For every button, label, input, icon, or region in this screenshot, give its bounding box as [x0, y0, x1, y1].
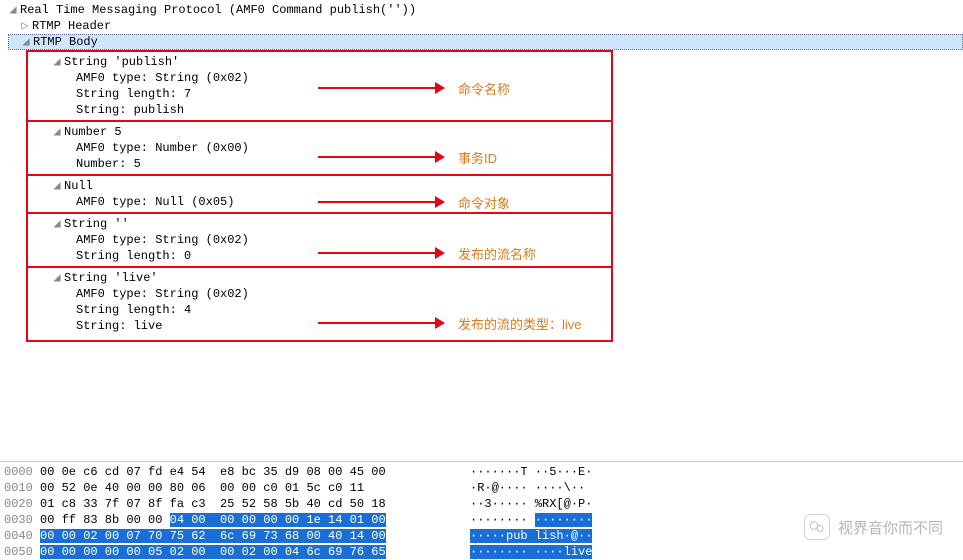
hex-offset: 0050 [0, 544, 40, 560]
tree-row[interactable]: AMF0 type: String (0x02) [28, 286, 611, 302]
tree-row[interactable]: AMF0 type: String (0x02) [28, 70, 611, 86]
toggle-closed-icon[interactable]: ▷ [20, 18, 30, 34]
packet-tree: ◢ Real Time Messaging Protocol (AMF0 Com… [0, 0, 963, 342]
hex-bytes: 00 ff 83 8b 00 00 04 00 00 00 00 00 1e 1… [40, 512, 460, 528]
group-title: String '' [64, 216, 129, 232]
rtmp-body-row[interactable]: ◢ RTMP Body [8, 34, 963, 50]
group-title: Null [64, 178, 93, 194]
rtmp-header-row[interactable]: ▷ RTMP Header [8, 18, 963, 34]
ascii-selected: ·····pub lish·@·· [470, 529, 592, 543]
hex-selected: 00 00 02 00 07 70 75 62 6c 69 73 68 00 4… [40, 529, 386, 543]
hex-ascii: ·······T ··5···E· [460, 464, 592, 480]
rtmp-header-label: RTMP Header [32, 18, 111, 34]
hex-row[interactable]: 0000 00 0e c6 cd 07 fd e4 54 e8 bc 35 d9… [0, 464, 963, 480]
tree-row[interactable]: ◢Number 5 [28, 124, 611, 140]
hex-offset: 0020 [0, 496, 40, 512]
hex-offset: 0010 [0, 480, 40, 496]
ascii-selected: ········ [535, 513, 593, 527]
hex-ascii: ·····pub lish·@·· [460, 528, 592, 544]
hex-bytes: 00 52 0e 40 00 00 80 06 00 00 c0 01 5c c… [40, 480, 460, 496]
annotation: 发布的流名称 [458, 244, 536, 263]
hex-ascii: ··3····· %RX[@·P· [460, 496, 592, 512]
toggle-open-icon[interactable]: ◢ [52, 54, 62, 70]
group-stream-name: ◢String '' AMF0 type: String (0x02) Stri… [28, 212, 611, 264]
arrow-icon [318, 201, 443, 203]
hex-bytes: 00 00 00 00 00 05 02 00 00 02 00 04 6c 6… [40, 544, 460, 560]
annotation: 命令名称 [458, 79, 510, 98]
hex-bytes: 00 00 02 00 07 70 75 62 6c 69 73 68 00 4… [40, 528, 460, 544]
hex-selected: 00 00 00 00 00 05 02 00 00 02 00 04 6c 6… [40, 545, 386, 559]
hex-dump-pane[interactable]: 0000 00 0e c6 cd 07 fd e4 54 e8 bc 35 d9… [0, 461, 963, 560]
hex-offset: 0000 [0, 464, 40, 480]
wechat-icon [804, 514, 830, 540]
hex-bytes: 01 c8 33 7f 07 8f fa c3 25 52 58 5b 40 c… [40, 496, 460, 512]
annotation: 命令对象 [458, 193, 510, 212]
arrow-icon [318, 156, 443, 158]
toggle-open-icon[interactable]: ◢ [52, 270, 62, 286]
tree-row[interactable]: ◢String 'live' [28, 270, 611, 286]
watermark: 视界音你而不同 [804, 514, 943, 540]
hex-row[interactable]: 0050 00 00 00 00 00 05 02 00 00 02 00 04… [0, 544, 963, 560]
hex-row[interactable]: 0020 01 c8 33 7f 07 8f fa c3 25 52 58 5b… [0, 496, 963, 512]
group-title: String 'live' [64, 270, 158, 286]
tree-row[interactable]: String: publish [28, 102, 611, 118]
tree-row[interactable]: ◢Null [28, 178, 611, 194]
arrow-icon [318, 252, 443, 254]
toggle-open-icon[interactable]: ◢ [52, 178, 62, 194]
group-publish: ◢String 'publish' AMF0 type: String (0x0… [28, 54, 611, 118]
toggle-open-icon[interactable]: ◢ [21, 34, 31, 50]
tree-row[interactable]: AMF0 type: Number (0x00) [28, 140, 611, 156]
toggle-open-icon[interactable]: ◢ [52, 124, 62, 140]
protocol-title[interactable]: ◢ Real Time Messaging Protocol (AMF0 Com… [8, 2, 963, 18]
title-text: Real Time Messaging Protocol (AMF0 Comma… [20, 2, 416, 18]
hex-row[interactable]: 0010 00 52 0e 40 00 00 80 06 00 00 c0 01… [0, 480, 963, 496]
hex-ascii: ·R·@···· ····\·· [460, 480, 585, 496]
group-number: ◢Number 5 AMF0 type: Number (0x00) Numbe… [28, 120, 611, 172]
hex-selected: 04 00 00 00 00 00 1e 14 01 00 [170, 513, 386, 527]
toggle-open-icon[interactable]: ◢ [52, 216, 62, 232]
watermark-text: 视界音你而不同 [838, 517, 943, 538]
hex-offset: 0030 [0, 512, 40, 528]
toggle-open-icon[interactable]: ◢ [8, 2, 18, 18]
body-red-box: ◢String 'publish' AMF0 type: String (0x0… [26, 50, 613, 342]
ascii-selected: ········ ····live [470, 545, 592, 559]
group-title: String 'publish' [64, 54, 179, 70]
tree-row[interactable]: ◢String 'publish' [28, 54, 611, 70]
rtmp-body-label: RTMP Body [33, 34, 98, 50]
hex-bytes: 00 0e c6 cd 07 fd e4 54 e8 bc 35 d9 08 0… [40, 464, 460, 480]
tree-row[interactable]: ◢String '' [28, 216, 611, 232]
hex-offset: 0040 [0, 528, 40, 544]
hex-ascii: ········ ····live [460, 544, 592, 560]
annotation: 发布的流的类型：live [458, 314, 582, 333]
tree-row[interactable]: Number: 5 [28, 156, 611, 172]
group-null: ◢Null AMF0 type: Null (0x05) 命令对象 [28, 174, 611, 210]
arrow-icon [318, 322, 443, 324]
group-title: Number 5 [64, 124, 122, 140]
group-stream-type: ◢String 'live' AMF0 type: String (0x02) … [28, 266, 611, 334]
annotation: 事务ID [458, 148, 497, 167]
hex-ascii: ········ ········ [460, 512, 592, 528]
arrow-icon [318, 87, 443, 89]
